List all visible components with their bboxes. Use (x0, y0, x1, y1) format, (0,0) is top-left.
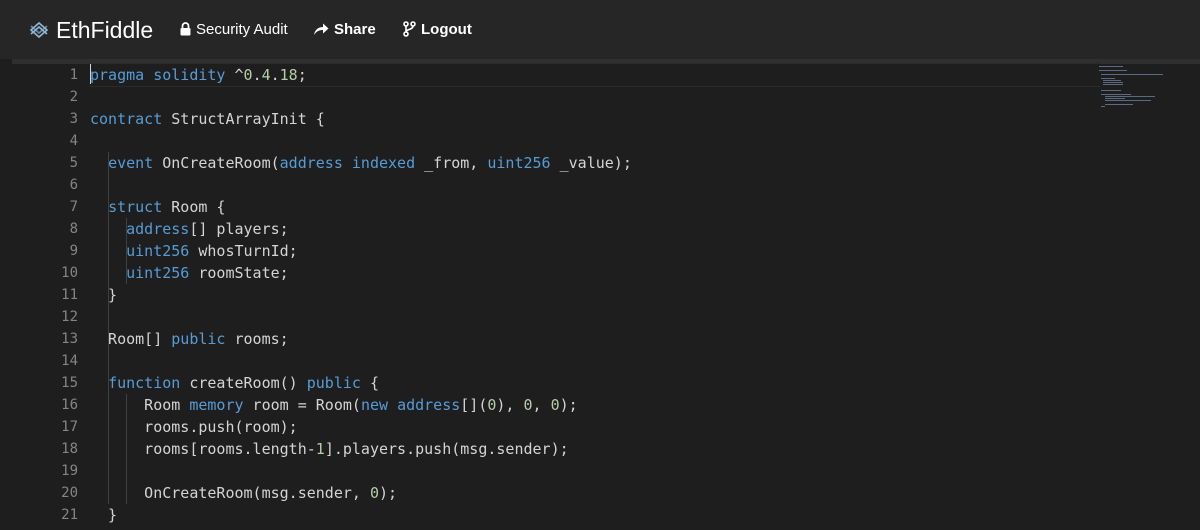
minimap-line (1105, 104, 1133, 105)
keyword-token: new (360, 396, 389, 414)
minimap-line (1099, 70, 1127, 71)
code-line: uint256 roomState; (126, 264, 289, 282)
minimap-line (1103, 82, 1123, 83)
minimap-line (1101, 106, 1105, 107)
number-token: 0 (550, 396, 560, 414)
code-line: Room[] public rooms; (90, 330, 289, 348)
minimap-line (1103, 80, 1121, 81)
line-number: 2 (69, 89, 78, 105)
brand-name: EthFiddle (56, 16, 154, 43)
share-link[interactable]: Share (313, 17, 376, 41)
keyword-token: uint256 (126, 264, 190, 282)
code-line: contract StructArrayInit { (90, 110, 325, 128)
line-number: 13 (61, 331, 78, 347)
share-arrow-icon (314, 23, 329, 35)
logout-link[interactable]: Logout (403, 17, 472, 41)
line-number: 10 (61, 265, 78, 281)
keyword-token: contract (90, 110, 163, 128)
minimap-line (1105, 96, 1155, 97)
number-token: 4 (261, 66, 271, 84)
keyword-token: struct (108, 198, 163, 216)
line-number: 16 (61, 397, 78, 413)
code-fork-icon (403, 21, 416, 37)
number-token: 0 (243, 66, 253, 84)
number-token: 0 (487, 396, 497, 414)
minimap-line (1105, 100, 1151, 101)
keyword-token: address (397, 396, 461, 414)
keyword-token: solidity (153, 66, 226, 84)
security-audit-label: Security Audit (196, 20, 288, 38)
minimap-line (1101, 78, 1115, 79)
keyword-token: function (108, 374, 181, 392)
line-number: 4 (69, 133, 78, 149)
code-line: OnCreateRoom(msg.sender, 0); (90, 484, 398, 502)
security-audit-link[interactable]: Security Audit (180, 17, 288, 41)
keyword-token: pragma (90, 66, 145, 84)
line-number: 14 (61, 353, 78, 369)
logout-label: Logout (421, 20, 472, 38)
line-number: 19 (61, 463, 78, 479)
keyword-token: memory (189, 396, 244, 414)
line-number: 5 (69, 155, 78, 171)
line-number: 6 (69, 177, 78, 193)
line-number: 21 (61, 507, 78, 523)
keyword-token: address (279, 154, 343, 172)
code-editor[interactable]: 1 2 3 4 5 6 7 8 9 10 11 12 13 14 15 16 1… (12, 63, 1200, 530)
line-number: 8 (69, 221, 78, 237)
line-number: 11 (61, 287, 78, 303)
minimap-line (1105, 98, 1125, 99)
code-minimap[interactable] (1097, 64, 1200, 530)
number-token: 1 (315, 440, 325, 458)
line-number: 17 (61, 419, 78, 435)
top-navbar: EthFiddle Security Audit Share Logout (0, 0, 1200, 59)
lock-icon (180, 22, 191, 36)
keyword-token: indexed (351, 154, 416, 172)
code-line: pragma solidity ^0.4.18; (90, 66, 307, 84)
code-text-area[interactable]: pragma solidity ^0.4.18; contract Struct… (90, 64, 1090, 530)
number-token: 0 (523, 396, 533, 414)
code-line: struct Room { (108, 198, 226, 216)
line-number: 9 (69, 243, 78, 259)
code-line: address[] players; (126, 220, 289, 238)
keyword-token: uint256 (126, 242, 190, 260)
code-line: function createRoom() public { (108, 374, 379, 392)
keyword-token: uint256 (487, 154, 551, 172)
number-token: 18 (279, 66, 298, 84)
line-number: 15 (61, 375, 78, 391)
code-line: rooms.push(room); (90, 418, 298, 436)
code-line: uint256 whosTurnId; (126, 242, 298, 260)
text-cursor (90, 64, 91, 84)
code-line: event OnCreateRoom(address indexed _from… (108, 154, 632, 172)
number-token: 0 (369, 484, 379, 502)
line-number: 7 (69, 199, 78, 215)
line-number: 12 (61, 309, 78, 325)
line-number: 1 (69, 67, 78, 83)
code-line: Room memory room = Room(new address[](0)… (90, 396, 578, 414)
minimap-line (1103, 84, 1123, 85)
line-number: 18 (61, 441, 78, 457)
keyword-token: public (171, 330, 226, 348)
minimap-line (1101, 94, 1131, 95)
line-number-gutter: 1 2 3 4 5 6 7 8 9 10 11 12 13 14 15 16 1… (12, 64, 84, 530)
code-line: rooms[rooms.length-1].players.push(msg.s… (90, 440, 569, 458)
keyword-token: address (126, 220, 190, 238)
line-number: 3 (69, 111, 78, 127)
minimap-line (1101, 74, 1163, 75)
code-line: } (90, 506, 118, 524)
line-number: 20 (61, 485, 78, 501)
minimap-line (1101, 90, 1121, 91)
keyword-token: public (306, 374, 361, 392)
share-label: Share (334, 20, 376, 38)
ethfiddle-logo-icon (29, 21, 49, 39)
code-line: } (90, 286, 118, 304)
brand-logo[interactable]: EthFiddle (28, 14, 153, 46)
keyword-token: event (108, 154, 154, 172)
minimap-line (1099, 66, 1123, 67)
